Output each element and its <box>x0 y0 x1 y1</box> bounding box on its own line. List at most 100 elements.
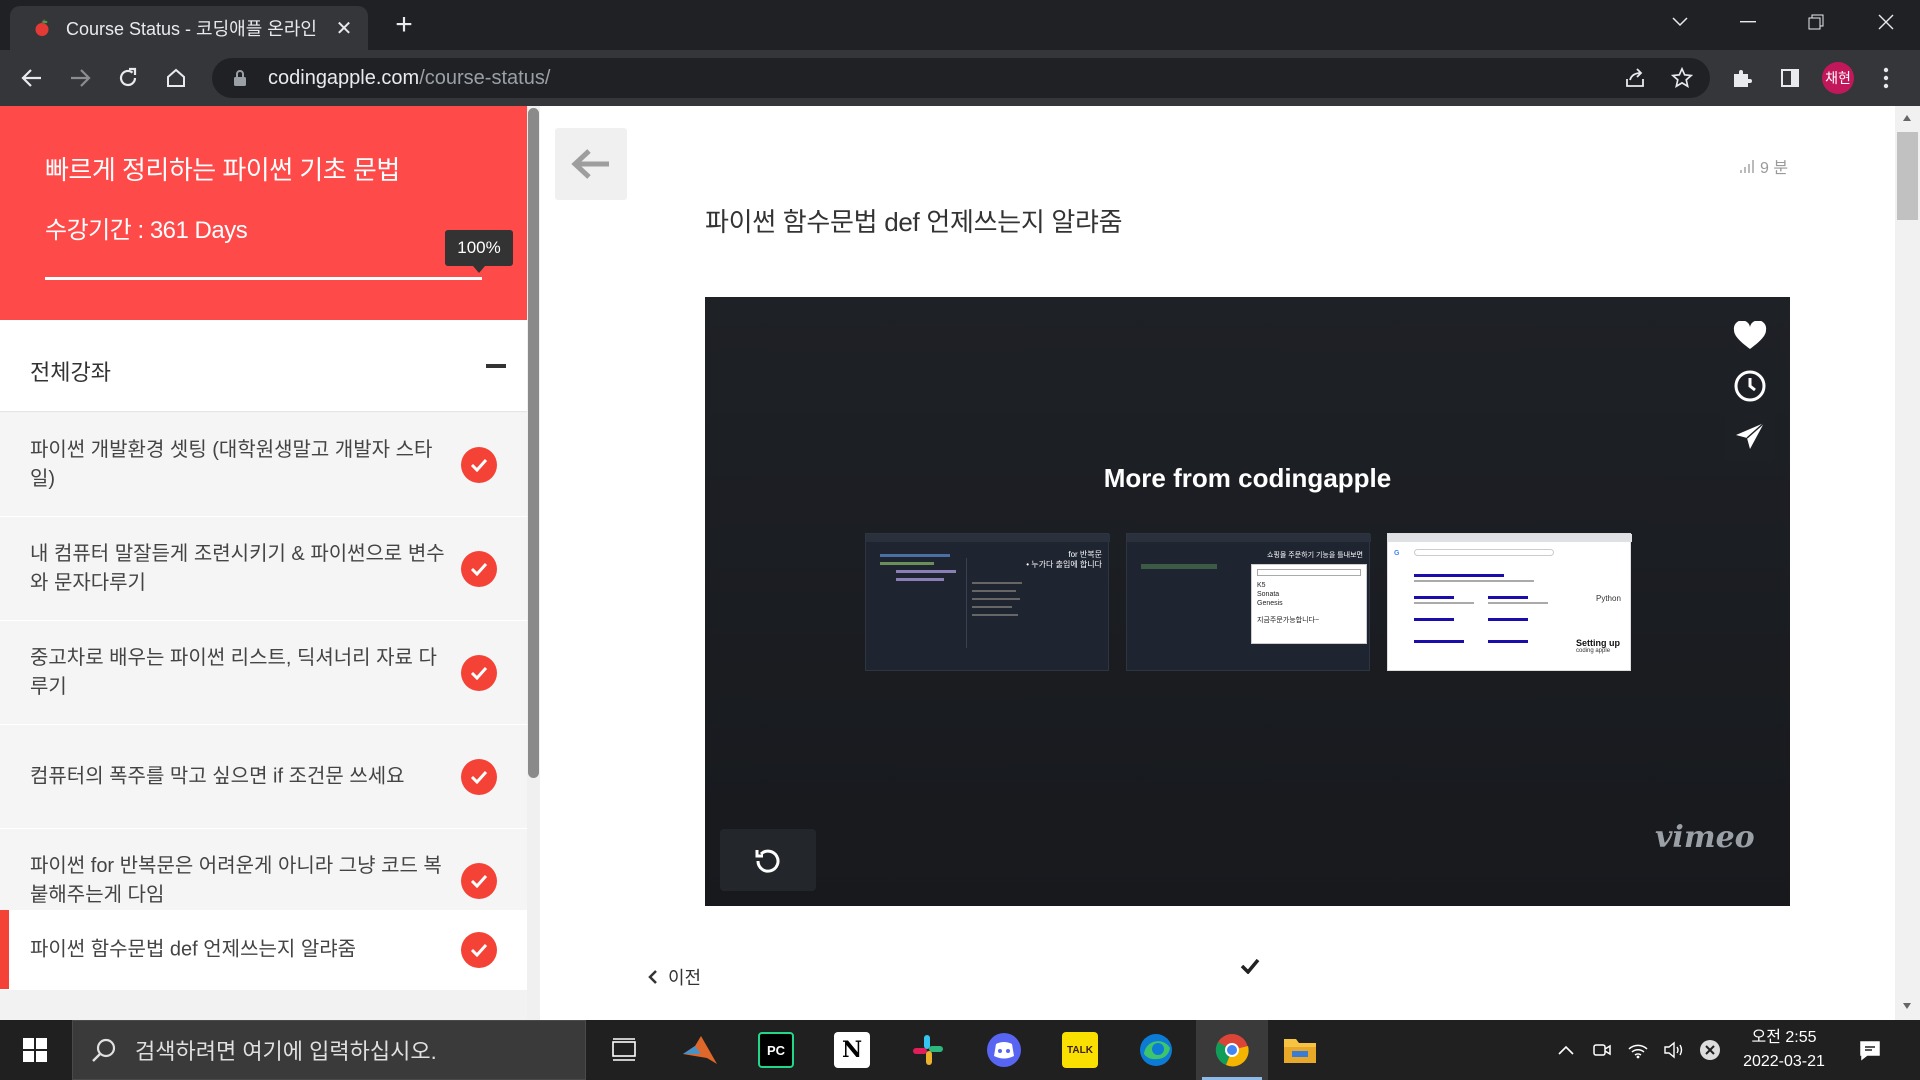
lesson-title: 컴퓨터의 폭주를 막고 싶으면 if 조건문 쓰세요 <box>30 765 405 787</box>
taskbar-edge[interactable] <box>1120 1020 1192 1080</box>
collapse-minus-icon[interactable] <box>486 364 506 368</box>
course-sidebar: 빠르게 정리하는 파이썬 기초 문법 수강기간 : 361 Days 100% … <box>0 106 527 1020</box>
thumbnail-note: 지금주문가능합니다~ <box>1257 617 1320 624</box>
related-video-thumbnail[interactable]: for 반복문 • 누가다 출입에 합니다 <box>865 533 1110 671</box>
kakaotalk-icon: TALK <box>1062 1032 1098 1068</box>
lock-icon[interactable] <box>230 68 250 88</box>
thumbnail-item: Genesis <box>1257 600 1283 607</box>
section-toggle[interactable]: 전체강좌 <box>0 320 527 412</box>
previous-lesson-link[interactable]: 이전 <box>648 964 701 990</box>
extensions-button[interactable] <box>1724 60 1760 96</box>
taskbar-search-box[interactable]: 검색하려면 여기에 입력하십시오. <box>72 1020 586 1080</box>
search-placeholder: 검색하려면 여기에 입력하십시오. <box>135 1039 437 1064</box>
lesson-item[interactable]: 컴퓨터의 폭주를 막고 싶으면 if 조건문 쓰세요 <box>0 725 527 829</box>
share-video-button[interactable] <box>1725 411 1775 461</box>
side-panel-icon <box>1781 69 1799 87</box>
network-button[interactable] <box>1624 1020 1652 1080</box>
bookmark-button[interactable] <box>1664 60 1700 96</box>
replay-button[interactable] <box>720 829 816 891</box>
search-icon <box>91 1037 117 1063</box>
discord-icon <box>987 1033 1021 1067</box>
check-circle-icon <box>461 862 497 899</box>
folder-icon <box>1284 1039 1316 1063</box>
taskbar-kakaotalk[interactable]: TALK <box>1044 1020 1116 1080</box>
sidebar-scroll-thumb[interactable] <box>528 108 539 778</box>
address-bar[interactable]: codingapple.com/course-status/ <box>212 58 1710 98</box>
progress-badge: 100% <box>445 230 513 273</box>
clock-date: 2022-03-21 <box>1743 1053 1825 1070</box>
page-scrollbar[interactable] <box>1895 106 1920 1020</box>
show-hidden-icons-button[interactable] <box>1552 1020 1580 1080</box>
taskbar-chrome[interactable] <box>1196 1020 1268 1080</box>
taskbar-discord[interactable] <box>968 1020 1040 1080</box>
lesson-item[interactable]: 파이썬 개발환경 셋팅 (대학원생말고 개발자 스타일) <box>0 413 527 517</box>
notifications-button[interactable] <box>1850 1020 1890 1080</box>
restore-button[interactable] <box>1782 0 1850 44</box>
lesson-duration: 9 분 <box>1740 154 1788 178</box>
back-button[interactable] <box>14 60 50 96</box>
lesson-item-current[interactable]: 파이썬 함수문법 def 언제쓰는지 알랴줌 <box>0 910 527 990</box>
chevron-down-icon <box>1672 17 1688 27</box>
browser-menu-button[interactable] <box>1868 60 1904 96</box>
chevron-up-icon <box>1558 1045 1574 1055</box>
tray-app-button[interactable] <box>1696 1020 1724 1080</box>
minimize-button[interactable] <box>1714 0 1782 44</box>
task-view-button[interactable] <box>588 1020 660 1080</box>
lesson-item[interactable]: 내 컴퓨터 말잘듣게 조련시키기 & 파이썬으로 변수와 문자다루기 <box>0 517 527 621</box>
clock-time: 오전 2:55 <box>1751 1029 1817 1046</box>
camera-icon <box>1593 1044 1611 1056</box>
share-button[interactable] <box>1617 60 1653 96</box>
course-title[interactable]: 빠르게 정리하는 파이썬 기초 문법 <box>45 150 400 187</box>
check-circle-icon <box>461 654 497 691</box>
signal-bars-icon <box>1740 160 1754 173</box>
reload-button[interactable] <box>110 60 146 96</box>
url-path: /course-status/ <box>419 66 551 89</box>
taskbar-file-explorer[interactable] <box>1264 1020 1336 1080</box>
page-content: 빠르게 정리하는 파이썬 기초 문법 수강기간 : 361 Days 100% … <box>0 106 1920 1020</box>
like-button[interactable] <box>1725 311 1775 361</box>
back-to-course-button[interactable] <box>555 128 627 200</box>
google-logo-icon: G <box>1394 550 1400 557</box>
profile-avatar[interactable]: 채현 <box>1822 62 1854 94</box>
check-circle-icon <box>461 446 497 483</box>
tab-search-button[interactable] <box>1646 0 1714 44</box>
taskbar-clock[interactable]: 오전 2:55 2022-03-21 <box>1732 1026 1836 1074</box>
task-view-icon <box>612 1038 636 1061</box>
thumbnail-subcaption: • 누가다 출입에 합니다 <box>1026 560 1102 569</box>
vimeo-logo[interactable]: vimeo <box>1655 820 1755 855</box>
browser-tab[interactable]: Course Status - 코딩애플 온라인 ✕ <box>10 6 368 50</box>
taskbar-matlab[interactable] <box>664 1020 736 1080</box>
volume-button[interactable] <box>1660 1020 1688 1080</box>
start-button[interactable] <box>0 1020 70 1080</box>
url-host: codingapple.com <box>268 66 420 89</box>
taskbar-notion[interactable]: N <box>816 1020 888 1080</box>
new-tab-button[interactable]: + <box>388 10 420 42</box>
meet-now-button[interactable] <box>1588 1020 1616 1080</box>
related-video-thumbnail[interactable]: G Python Setting up coding apple <box>1387 533 1632 671</box>
duration-text: 9 분 <box>1760 160 1789 177</box>
taskbar-pycharm[interactable]: PC <box>740 1020 812 1080</box>
home-button[interactable] <box>158 60 194 96</box>
lesson-title: 파이썬 개발환경 셋팅 (대학원생말고 개발자 스타일) <box>30 438 433 490</box>
related-video-thumbnail[interactable]: 쇼핑몰 주문하기 기능을 틀내보면 K5 Sonata Genesis 지금주문… <box>1126 533 1371 671</box>
page-scroll-thumb[interactable] <box>1897 132 1918 220</box>
taskbar-slack[interactable] <box>892 1020 964 1080</box>
complete-check-icon[interactable] <box>1240 958 1260 979</box>
arrow-left-icon <box>571 149 609 179</box>
tab-close-icon[interactable]: ✕ <box>332 16 356 40</box>
thumbnail-popup: K5 Sonata Genesis 지금주문가능합니다~ <box>1251 564 1367 644</box>
puzzle-icon <box>1734 70 1752 87</box>
check-circle-icon <box>461 931 497 968</box>
chrome-icon <box>1215 1034 1249 1067</box>
home-icon <box>167 68 185 87</box>
lesson-item[interactable]: 중고차로 배우는 파이썬 리스트, 딕셔너리 자료 다루기 <box>0 621 527 725</box>
lesson-title: 중고차로 배우는 파이썬 리스트, 딕셔너리 자료 다루기 <box>30 646 437 698</box>
thumbnail-subcaption: Setting up <box>1576 638 1620 648</box>
video-player[interactable]: More from codingapple for 반복문 • 누가다 출입에 … <box>705 297 1790 906</box>
watch-later-button[interactable] <box>1725 361 1775 411</box>
thumbnail-item: K5 <box>1257 582 1266 589</box>
forward-button[interactable] <box>62 60 98 96</box>
course-header: 빠르게 정리하는 파이썬 기초 문법 수강기간 : 361 Days 100% <box>0 106 527 320</box>
close-window-button[interactable] <box>1852 0 1920 44</box>
side-panel-button[interactable] <box>1772 60 1808 96</box>
